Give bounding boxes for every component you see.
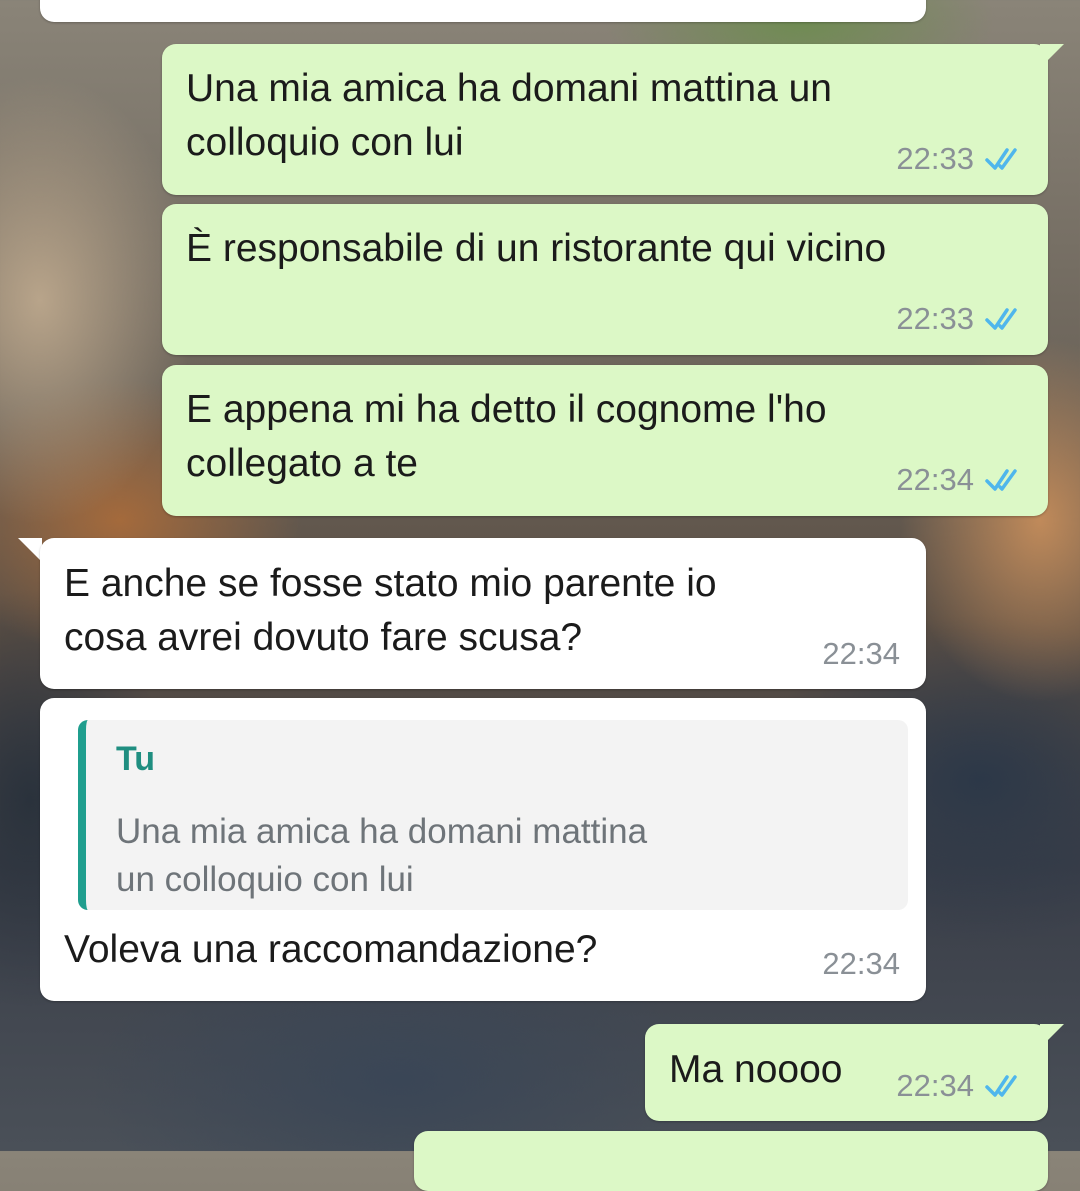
message-text: È responsabile di un ristorante qui vici…: [186, 227, 887, 270]
message-time: 22:34: [822, 636, 900, 671]
outgoing-message-bubble[interactable]: Una mia amica ha domani mattina un collo…: [162, 44, 1048, 195]
incoming-message-bubble[interactable]: E anche se fosse stato mio parente io co…: [40, 538, 926, 689]
message-text: E appena mi ha detto il cognome l'ho col…: [186, 388, 827, 485]
message-text: E anche se fosse stato mio parente io co…: [64, 562, 717, 659]
double-check-icon: [985, 308, 1017, 330]
message-text: Una mia amica ha domani mattina un collo…: [186, 67, 832, 164]
quoted-message-text: Una mia amica ha domani mattina un collo…: [116, 812, 648, 899]
message-text: Voleva una raccomandazione?: [64, 928, 598, 971]
partial-message-bubble-top[interactable]: [40, 0, 926, 22]
message-meta: 22:34: [822, 636, 900, 672]
message-time: 22:34: [896, 462, 974, 497]
message-meta: 22:34: [896, 462, 1024, 498]
outgoing-message-bubble[interactable]: E appena mi ha detto il cognome l'ho col…: [162, 365, 1048, 516]
message-meta: 22:34: [896, 1068, 1024, 1104]
message-meta: 22:33: [896, 301, 1024, 337]
double-check-icon: [985, 1075, 1017, 1097]
quoted-message-author: Tu: [116, 740, 156, 778]
bubble-tail: [18, 538, 42, 562]
incoming-message-bubble[interactable]: Tu Una mia amica ha domani mattina un co…: [40, 698, 926, 1001]
quoted-message[interactable]: Tu Una mia amica ha domani mattina un co…: [78, 720, 908, 910]
double-check-icon: [985, 148, 1017, 170]
double-check-icon: [985, 469, 1017, 491]
bubble-tail: [1040, 44, 1064, 68]
message-meta: 22:34: [822, 946, 900, 982]
message-time: 22:33: [896, 301, 974, 336]
message-meta: 22:33: [896, 141, 1024, 177]
message-text: Ma noooo: [669, 1048, 843, 1091]
message-time: 22:33: [896, 141, 974, 176]
message-time: 22:34: [822, 946, 900, 981]
message-time: 22:34: [896, 1068, 974, 1103]
partial-message-bubble-bottom[interactable]: [414, 1131, 1048, 1191]
bubble-tail: [1040, 1024, 1064, 1048]
outgoing-message-bubble[interactable]: Ma noooo 22:34: [645, 1024, 1048, 1121]
outgoing-message-bubble[interactable]: È responsabile di un ristorante qui vici…: [162, 204, 1048, 355]
